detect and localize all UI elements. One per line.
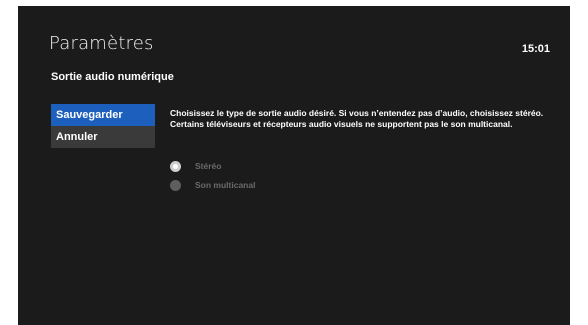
radio-unchecked-icon[interactable] (170, 179, 181, 191)
page-title: Paramètres (49, 33, 154, 54)
option-label: Son multicanal (195, 180, 256, 190)
option-stereo[interactable]: Stéréo (170, 157, 255, 175)
audio-output-options: Stéréo Son multicanal (170, 157, 255, 195)
option-label: Stéréo (195, 161, 222, 171)
action-menu: Sauvegarder Annuler (51, 104, 155, 148)
section-title: Sortie audio numérique (51, 71, 174, 83)
save-button[interactable]: Sauvegarder (51, 104, 155, 126)
description-text: Choisissez le type de sortie audio désir… (170, 108, 544, 129)
clock: 15:01 (521, 43, 550, 55)
radio-checked-icon[interactable] (170, 160, 181, 172)
cancel-button[interactable]: Annuler (51, 126, 155, 148)
tv-screen: Paramètres 15:01 Sortie audio numérique … (18, 6, 570, 325)
option-multichannel[interactable]: Son multicanal (170, 176, 255, 194)
